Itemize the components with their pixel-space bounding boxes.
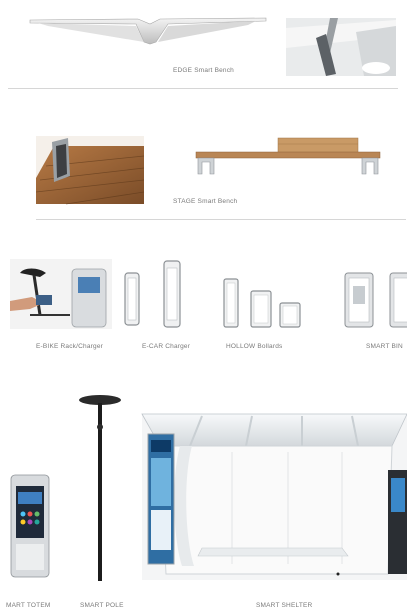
divider-1 (8, 88, 398, 89)
edge-caption: EDGE Smart Bench (173, 67, 234, 74)
hollow-bollard-2-image (250, 290, 272, 328)
shelter-caption: SMART SHELTER (256, 602, 313, 609)
pole-caption: SMART POLE (80, 602, 124, 609)
stage-bench-closeup-image (35, 136, 145, 205)
smart-pole-image (79, 395, 121, 581)
stage-caption: STAGE Smart Bench (173, 198, 238, 205)
smart-totem-image (10, 474, 50, 578)
smart-bin-1-image (344, 272, 374, 328)
totem-caption: MART TOTEM (6, 602, 51, 609)
stage-bench-image (195, 137, 381, 175)
smartbin-caption: SMART BIN (366, 343, 403, 350)
edge-bench-image (29, 17, 267, 45)
ebike-caption: E-BIKE Rack/Charger (36, 343, 104, 350)
smart-bin-2-image (389, 272, 407, 328)
hollow-bollard-1-image (223, 278, 239, 328)
ecar-charger-small-image (124, 272, 140, 326)
hollow-caption: HOLLOW Bollards (226, 343, 283, 350)
divider-2 (36, 219, 406, 220)
ecar-charger-tall-image (163, 260, 181, 328)
edge-bench-detail-image (286, 18, 396, 76)
ebike-rack-image (10, 259, 112, 329)
ecar-caption: E-CAR Charger (142, 343, 191, 350)
hollow-bollard-3-image (279, 302, 301, 328)
smart-shelter-image (141, 413, 407, 580)
